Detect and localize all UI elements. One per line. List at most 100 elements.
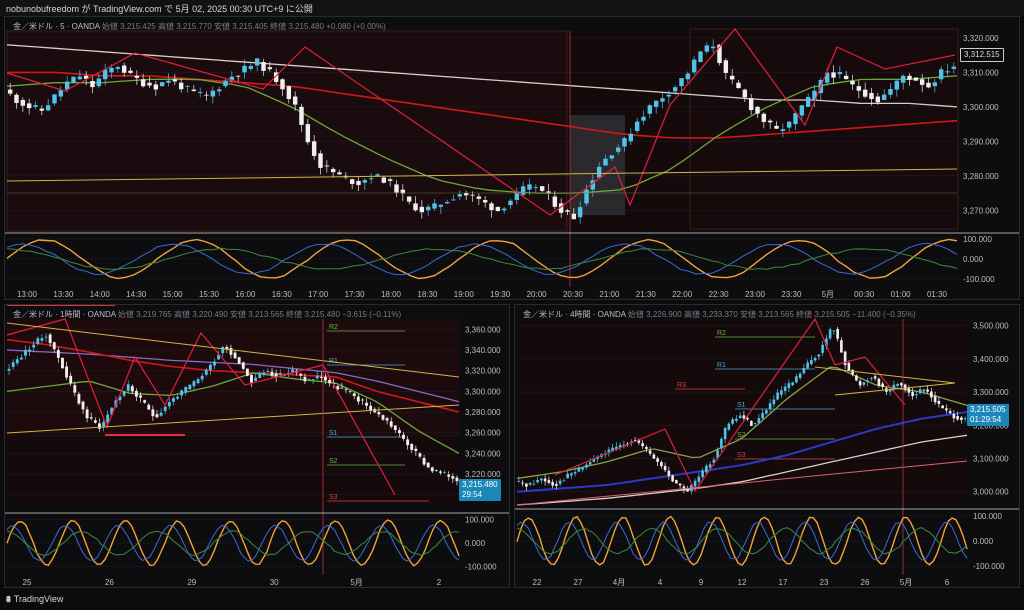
candle-body (299, 106, 304, 125)
countdown: 01:29:54 (970, 415, 1002, 424)
x-tick-label: 16:00 (235, 290, 256, 299)
candle-body (208, 364, 212, 371)
candle-body (911, 392, 914, 397)
legend-change: +0.080 (+0.00%) (326, 22, 386, 31)
tradingview-logo[interactable]: ⩩ TradingView (6, 594, 63, 605)
x-tick-label: 20:00 (527, 290, 548, 299)
candle-body (933, 396, 937, 403)
candle-body (900, 383, 903, 386)
candle-body (705, 465, 708, 473)
pivot-label: S2 (329, 458, 338, 465)
candle-body (58, 90, 64, 97)
candle-body (115, 67, 121, 69)
x-tick-label: 01:00 (891, 290, 912, 299)
candle-body (254, 58, 260, 66)
candle-body (52, 342, 56, 350)
chart-4h-legend: 金／米ドル · 4時間 · OANDA 始値 3,226.900 高値 3,23… (523, 309, 916, 320)
candle-body (850, 81, 855, 85)
candle-body (806, 362, 809, 369)
candle-body (348, 390, 352, 392)
candle-body (418, 453, 422, 457)
chart-panel-1h[interactable]: 3,360.000 3,340.000 3,320.000 3,300.000 3,28… (4, 304, 510, 588)
plot-background (517, 319, 967, 505)
candle-body (596, 166, 602, 178)
candle-body (7, 89, 13, 94)
candle-body (581, 467, 584, 470)
candle-body (19, 357, 23, 360)
candle-body (873, 376, 877, 379)
candle-body (221, 347, 225, 354)
pivot-label: R2 (717, 330, 726, 337)
candle-body (69, 375, 73, 384)
candle-body (426, 462, 430, 468)
price-label-5min: 3,312.515 (960, 48, 1004, 62)
x-tick-label: 00:30 (854, 290, 875, 299)
chart-5min-legend: 金／米ドル · 5 · OANDA 始値 3,215.425 高値 3,215.… (13, 21, 386, 32)
candle-body (641, 116, 646, 121)
candle-body (307, 379, 311, 381)
chart-panel-4h[interactable]: 3,500.0003,400.0003,300.0003,200.0003,10… (514, 304, 1020, 588)
legend-high-label: 高値 (157, 22, 174, 31)
candle-body (291, 369, 295, 373)
candle-body (356, 396, 360, 402)
candle-body (930, 391, 933, 398)
candle-body (330, 168, 336, 173)
candle-body (907, 388, 911, 393)
candle-body (543, 478, 547, 482)
candle-body (387, 179, 393, 181)
candle-body (196, 379, 200, 384)
candle-body (28, 349, 32, 352)
candle-body (324, 165, 330, 167)
candle-body (892, 384, 896, 389)
candle-body (546, 191, 551, 193)
x-tick-label: 5月 (350, 578, 362, 587)
chart-panel-5min[interactable]: 3,320.000 3,310.000 3,300.000 3,290.000 3,28… (4, 16, 1020, 300)
candle-body (192, 381, 196, 387)
candle-body (134, 390, 138, 397)
candle-body (704, 45, 710, 52)
candle-body (434, 469, 438, 471)
x-tick-label: 13:30 (53, 290, 74, 299)
candle-body (237, 357, 241, 364)
publish-text: nobunobufreedom が TradingView.com で 5月 0… (6, 4, 313, 14)
legend-symbol: 金／米ドル · 1時間 · OANDA (13, 310, 116, 319)
candle-body (945, 71, 950, 73)
candle-body (679, 78, 684, 87)
candle-body (235, 75, 241, 77)
candle-body (130, 386, 134, 392)
candle-body (20, 99, 26, 106)
candle-body (318, 153, 323, 168)
candle-body (204, 94, 209, 96)
candle-body (258, 373, 262, 378)
candle-body (584, 189, 589, 204)
candle-body (932, 82, 938, 87)
candle-body (311, 379, 315, 381)
candle-body (349, 179, 355, 184)
candle-body (918, 389, 922, 394)
candle-body (180, 390, 184, 396)
candle-body (303, 376, 307, 382)
legend-high: 3,220.490 (192, 310, 228, 319)
candle-body (720, 438, 723, 449)
candle-body (381, 177, 387, 183)
y-tick-label: 3,270.000 (963, 206, 999, 215)
osc-tick-label: -100.000 (465, 562, 497, 571)
candle-body (151, 409, 155, 417)
x-tick-label: 29 (187, 578, 196, 587)
candle-body (645, 446, 648, 449)
candle-body (381, 415, 385, 420)
candle-body (888, 89, 893, 95)
candle-body (817, 354, 821, 357)
candle-body (577, 207, 583, 218)
candle-body (188, 384, 192, 390)
candle-body (254, 377, 258, 382)
candle-body (525, 483, 528, 487)
legend-close-label: 終値 (796, 310, 813, 319)
candle-body (896, 384, 899, 386)
candle-body (660, 462, 663, 467)
candle-body (675, 480, 678, 484)
candle-body (787, 383, 791, 389)
candle-body (573, 472, 577, 474)
y-tick-label: 3,360.000 (465, 325, 501, 334)
candle-body (439, 471, 442, 473)
